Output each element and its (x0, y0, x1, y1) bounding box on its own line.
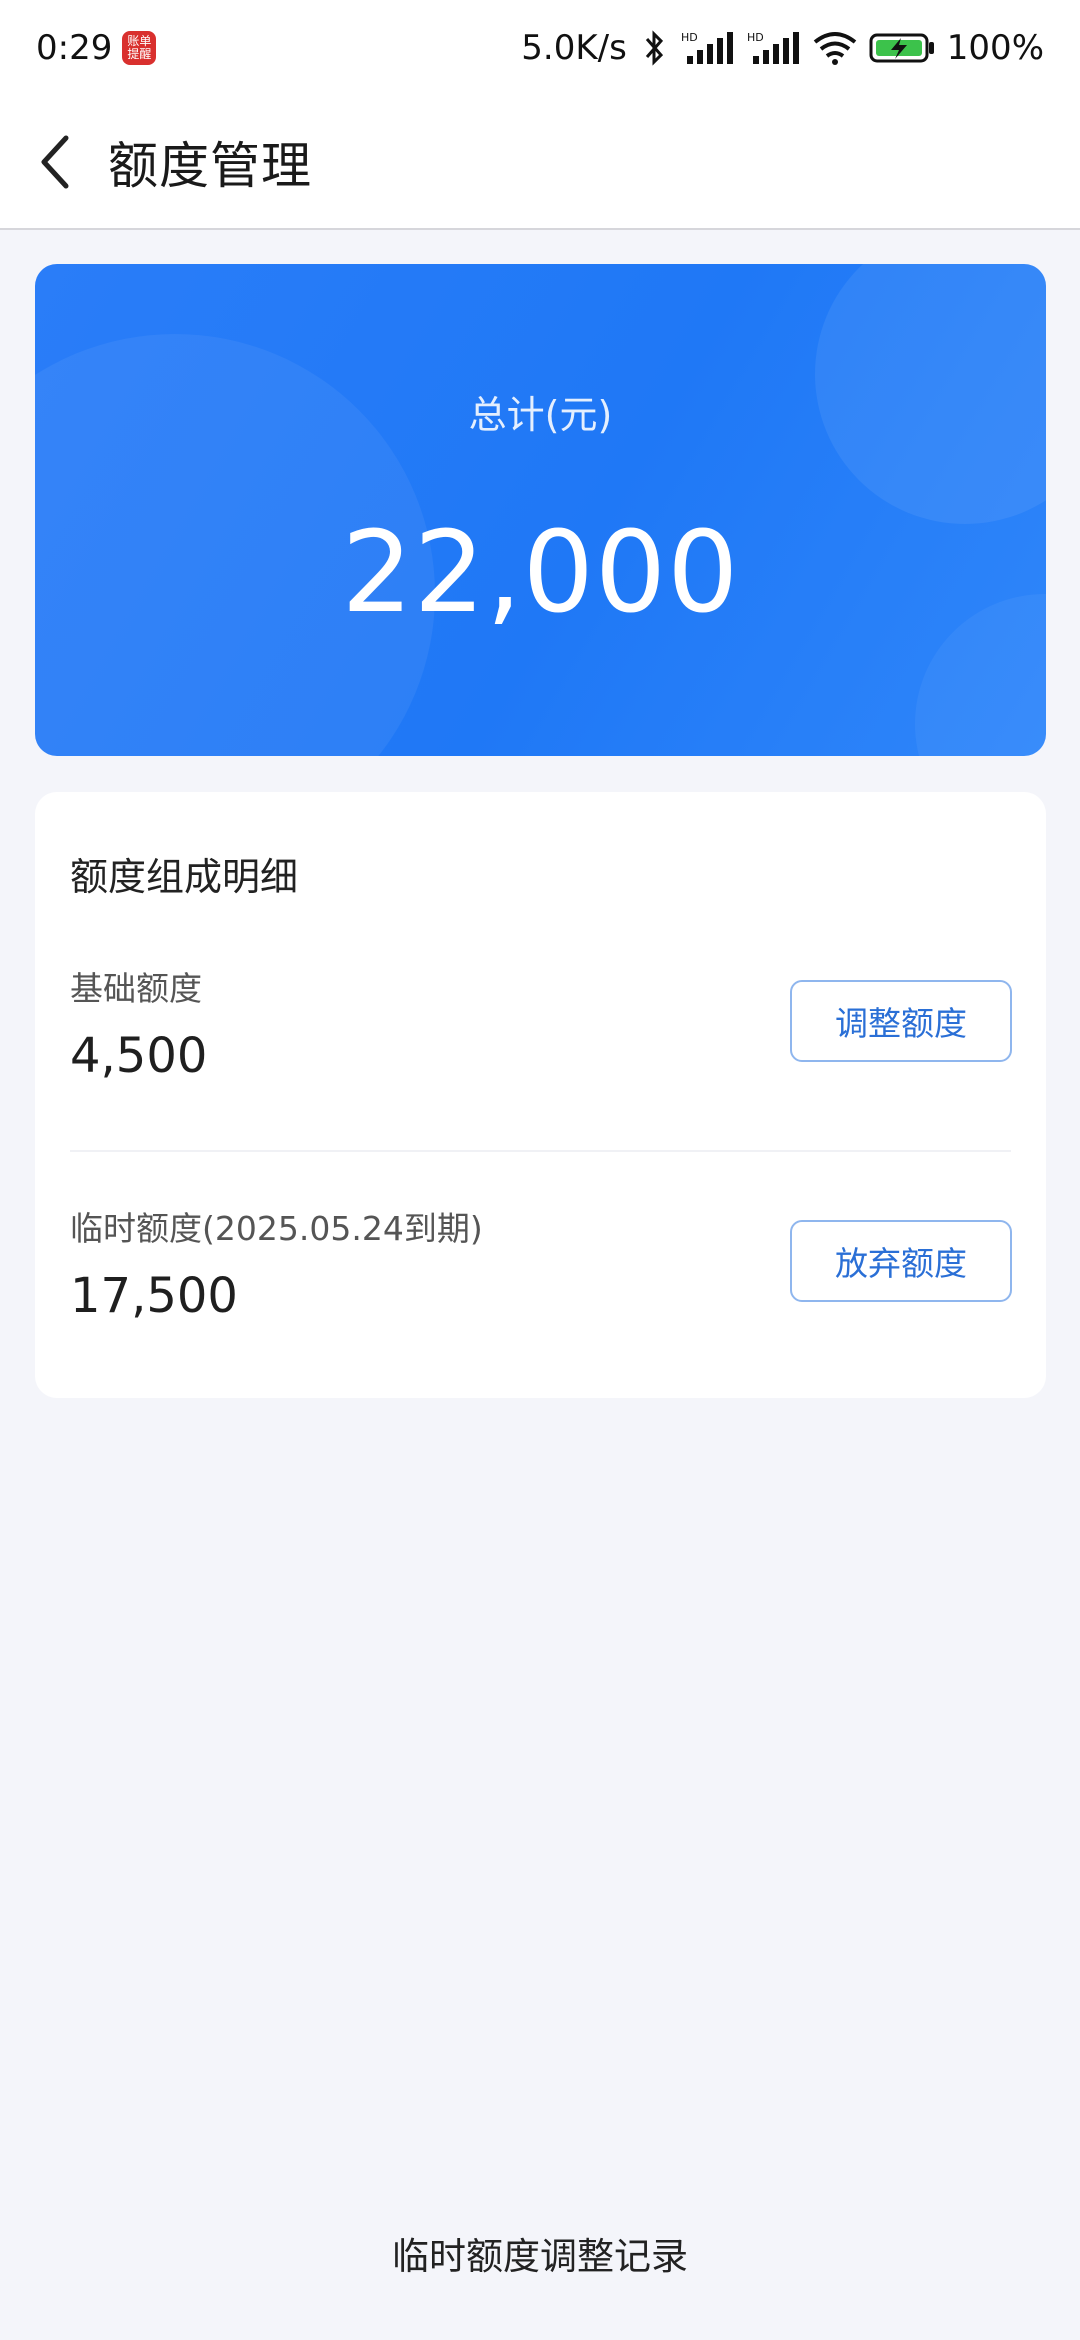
battery-percent: 100% (946, 28, 1044, 68)
app-notification-icon: 账单 提醒 (122, 31, 157, 65)
total-card: 总计(元) 22,000 (35, 264, 1046, 756)
battery-charging-icon (869, 32, 935, 64)
detail-title: 额度组成明细 (70, 855, 299, 899)
total-label: 总计(元) (468, 393, 613, 437)
chevron-left-icon (41, 135, 69, 189)
temporary-quota-value: 17,500 (70, 1268, 238, 1324)
hd-signal-icon: HD (681, 30, 735, 66)
status-right: 5.0K/s HD HD 100% (521, 28, 1044, 68)
temporary-quota-label: 临时额度(2025.05.24到期) (70, 1209, 483, 1248)
basic-quota-label: 基础额度 (70, 969, 202, 1008)
quota-row-temporary: 临时额度(2025.05.24到期) 17,500 放弃额度 (35, 1192, 1046, 1392)
abandon-quota-button[interactable]: 放弃额度 (790, 1220, 1012, 1302)
status-time: 0:29 (36, 28, 113, 68)
wifi-icon (813, 30, 857, 66)
back-button[interactable] (4, 112, 108, 212)
status-bar: 0:29 账单 提醒 5.0K/s HD HD 100% (0, 0, 1080, 96)
hd-signal-icon-2: HD (747, 30, 801, 66)
status-left: 0:29 账单 提醒 (36, 28, 157, 68)
header: 额度管理 (0, 96, 1080, 230)
adjust-quota-button[interactable]: 调整额度 (790, 980, 1012, 1062)
page: 0:29 账单 提醒 5.0K/s HD HD 100% 额度管理 总计(元) … (0, 0, 1080, 2340)
page-title: 额度管理 (108, 137, 312, 195)
detail-card: 额度组成明细 基础额度 4,500 调整额度 临时额度(2025.05.24到期… (35, 792, 1046, 1398)
temporary-quota-history-link[interactable]: 临时额度调整记录 (0, 2226, 1080, 2280)
svg-text:HD: HD (747, 31, 764, 44)
basic-quota-value: 4,500 (70, 1028, 208, 1084)
net-speed: 5.0K/s (521, 28, 627, 68)
total-value: 22,000 (341, 508, 740, 638)
quota-row-basic: 基础额度 4,500 调整额度 (35, 952, 1046, 1152)
svg-text:HD: HD (681, 31, 698, 44)
bluetooth-icon (639, 30, 669, 66)
divider (70, 1150, 1011, 1152)
